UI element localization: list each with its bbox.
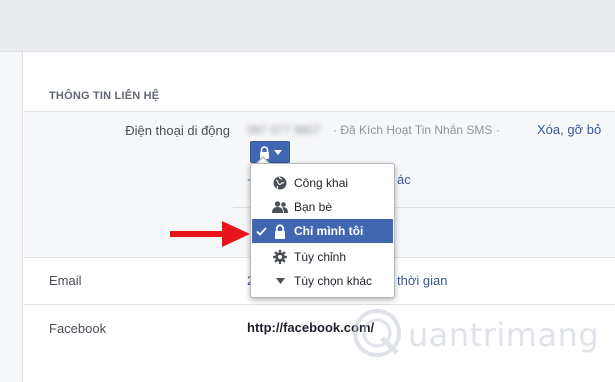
menu-item-label: Tùy chỉnh [294,250,347,264]
add-phone-link-tail[interactable]: ác [397,172,411,187]
phone-remove-link[interactable]: Xóa, gỡ bỏ [537,122,601,137]
section-title: THÔNG TIN LIÊN HỆ [49,90,160,102]
lock-icon [270,223,290,239]
caret-down-icon [270,278,290,284]
menu-item-custom[interactable]: Tùy chỉnh [252,245,393,269]
email-link-tail[interactable]: thời gian [397,273,447,288]
gear-icon [270,250,290,264]
phone-status: · Đã Kích Hoạt Tin Nhắn SMS · [333,123,500,137]
globe-icon [270,176,290,190]
menu-item-label: Công khai [294,176,349,190]
menu-item-only-me[interactable]: Chỉ mình tôi [252,219,393,243]
menu-item-public[interactable]: Công khai [252,171,393,195]
watermark-text: uantrimang [408,316,600,354]
facebook-label: Facebook [49,321,107,336]
email-label: Email [49,273,82,288]
check-icon [252,226,270,236]
menu-item-label: Bạn bè [294,200,333,214]
annotation-arrow-icon [170,221,250,247]
phone-label: Điện thoại di động [125,123,230,138]
watermark-logo-icon [353,309,401,357]
chevron-down-icon [273,149,282,155]
menu-item-label: Tùy chọn khác [294,274,373,288]
friends-icon [270,201,290,213]
left-rail [0,52,23,382]
watermark: uantrimang [352,308,599,362]
row-divider [24,304,615,305]
menu-item-friends[interactable]: Bạn bè [252,195,393,219]
menu-item-more-options[interactable]: Tùy chọn khác [252,269,393,293]
privacy-menu: Công khai Bạn bè Chỉ mình tôi Tùy chỉnh … [250,163,395,298]
phone-number: 097 077 9807 [247,123,321,137]
menu-item-label: Chỉ mình tôi [294,224,364,238]
top-bar [0,0,615,52]
